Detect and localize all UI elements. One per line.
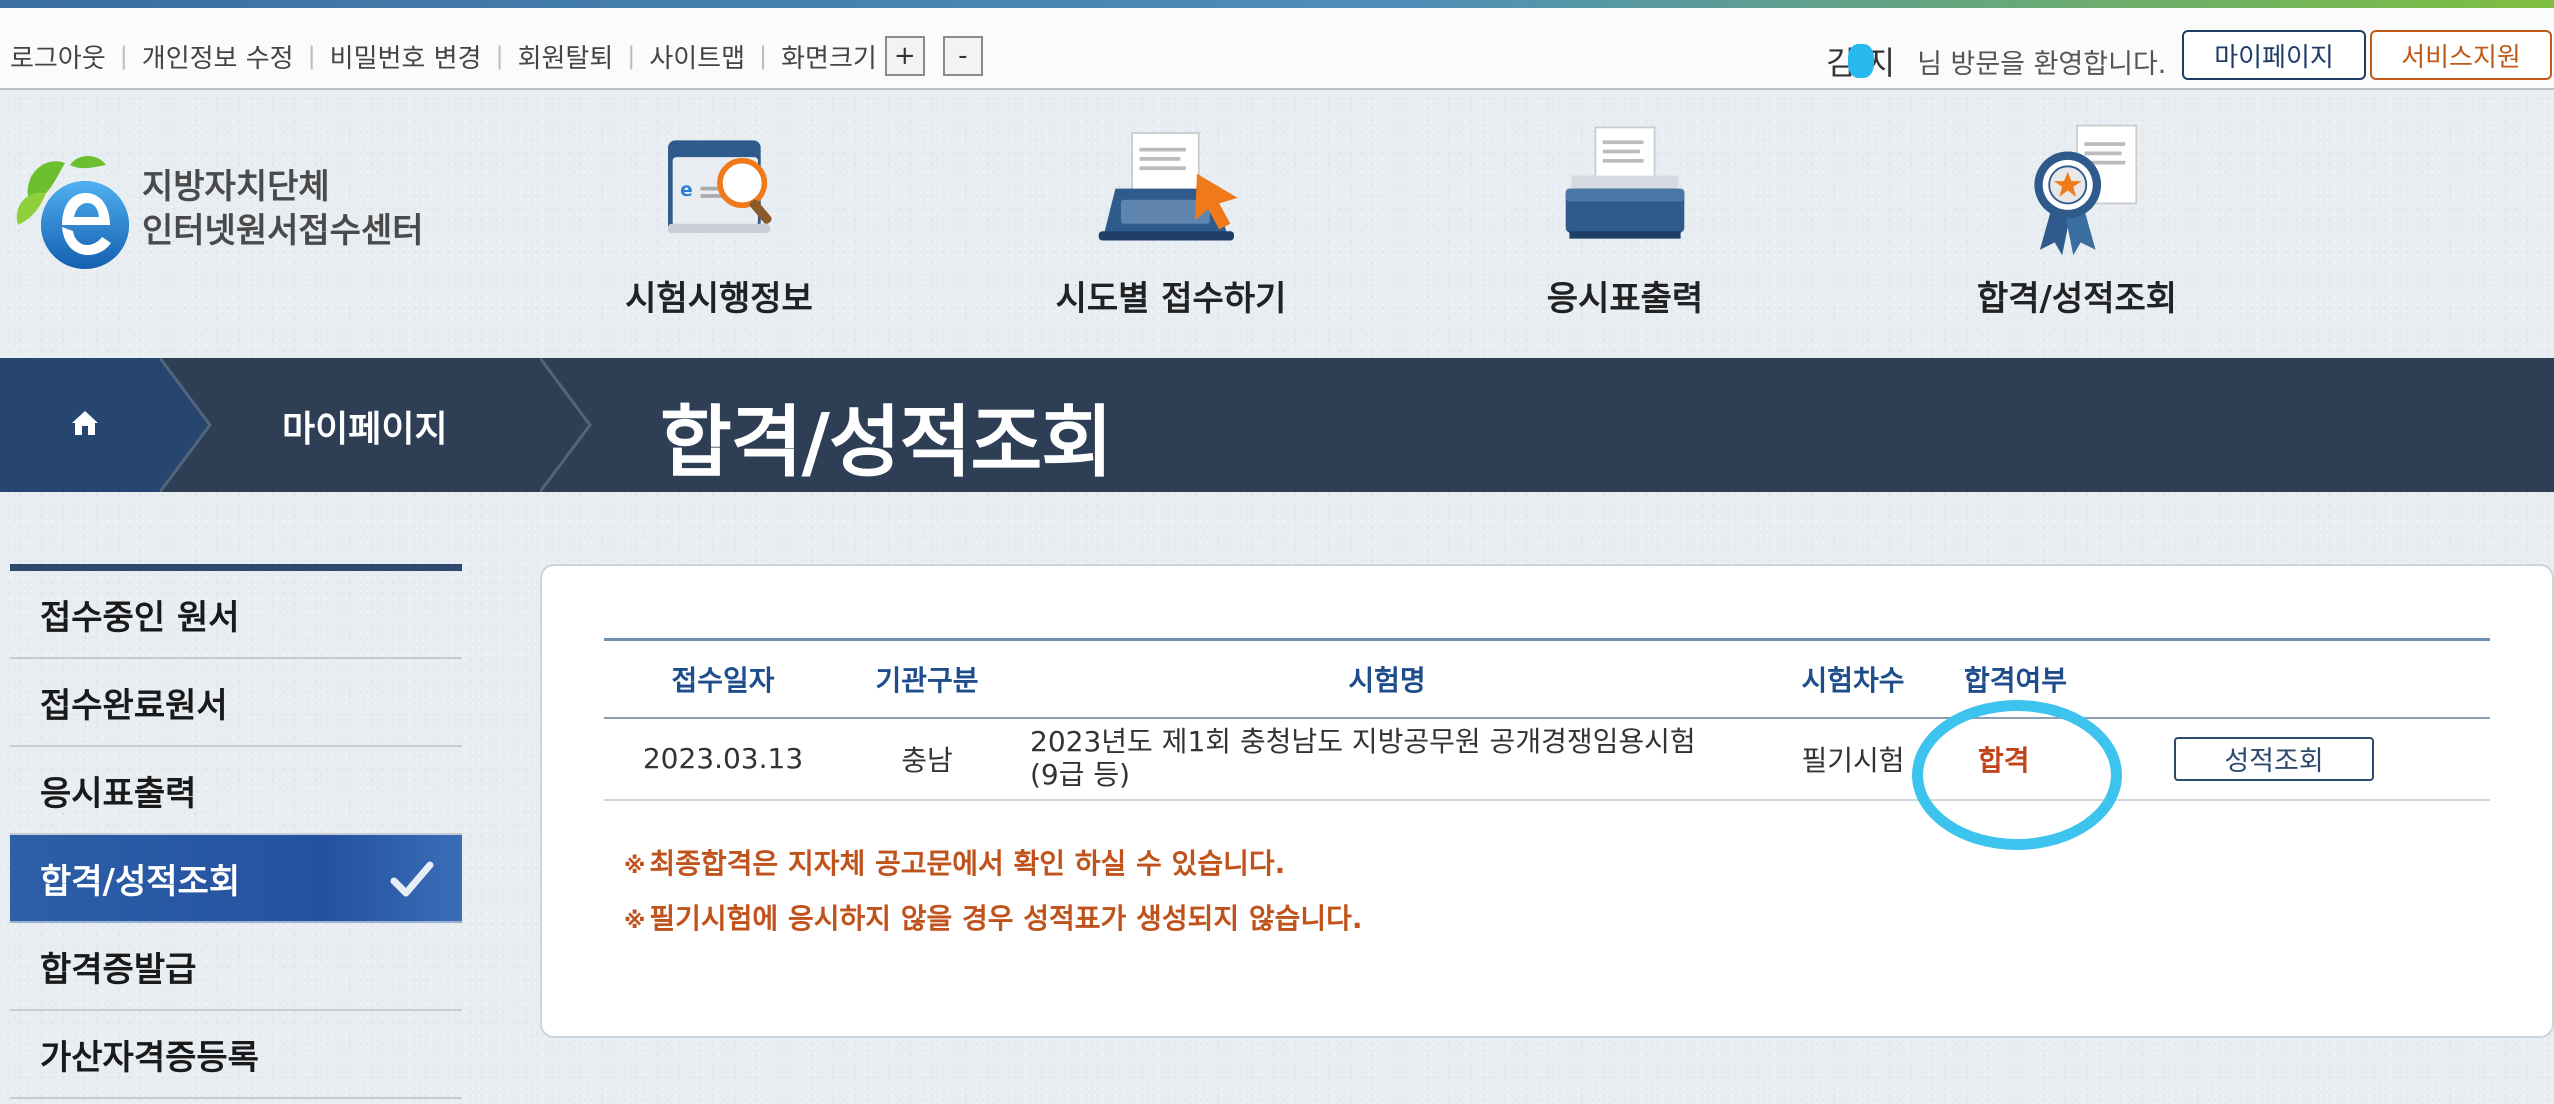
nav-print-admission-ticket[interactable]: 응시표출력 [1460, 120, 1790, 320]
sidebar-item-applications-in-progress[interactable]: 접수중인 원서 [10, 571, 462, 659]
results-table: 접수일자 기관구분 시험명 시험차수 합격여부 2023.03.13 충남 20… [604, 638, 2490, 801]
home-icon [72, 411, 98, 435]
nav-exam-info[interactable]: e 시험시행정보 [554, 120, 884, 320]
sidebar-item-label: 가산자격증등록 [40, 1037, 259, 1078]
change-password-link[interactable]: 비밀번호 변경 [330, 38, 482, 75]
nav-label: 응시표출력 [1546, 279, 1704, 319]
screen-size-label: 화면크기 [781, 43, 877, 74]
sidebar-item-print-ticket[interactable]: 응시표출력 [10, 747, 462, 835]
edit-profile-link[interactable]: 개인정보 수정 [142, 38, 294, 75]
score-lookup-button[interactable]: 성적조회 [2174, 736, 2374, 781]
header-organization: 기관구분 [875, 663, 979, 697]
welcome-text: 님 방문을 환영합니다. [1917, 48, 2167, 80]
cell-empty [2394, 718, 2490, 800]
nav-label: 합격/성적조회 [1976, 279, 2178, 319]
notice-mark: ※ [624, 854, 646, 879]
logo-line-2: 인터넷원서접수센터 [142, 211, 424, 251]
header-empty [2394, 640, 2490, 718]
logo-text: 지방자치단체 인터넷원서접수센터 [142, 166, 424, 253]
zoom-out-button[interactable]: - [942, 36, 983, 76]
notice-item: ※ 최종합격은 지자체 공고문에서 확인 하실 수 있습니다. [624, 847, 1286, 880]
zoom-in-button[interactable]: + [884, 36, 925, 76]
nav-results-lookup[interactable]: 합격/성적조회 [1912, 120, 2242, 320]
cell-exam-name: 2023년도 제1회 충청남도 지방공무원 공개경쟁임용시험 (9급 등) [1012, 718, 1762, 800]
logo-line-1: 지방자치단체 [142, 167, 330, 208]
page-title-band: 마이페이지 합격/성적조회 [0, 358, 2554, 492]
sidebar-item-completed-applications[interactable]: 접수완료원서 [10, 659, 462, 747]
results-panel: 접수일자 기관구분 시험명 시험차수 합격여부 2023.03.13 충남 20… [540, 564, 2554, 1038]
sitemap-link[interactable]: 사이트맵 [649, 38, 745, 75]
checkmark-icon [390, 861, 434, 897]
cell-pass-status: 합격 [1978, 743, 2030, 777]
utility-links: 로그아웃 | 개인정보 수정 | 비밀번호 변경 | 회원탈퇴 | 사이트맵 |… [10, 28, 983, 84]
sidebar-item-label: 응시표출력 [40, 773, 197, 814]
mypage-button[interactable]: 마이페이지 [2182, 30, 2366, 80]
folder-magnifier-icon: e [668, 140, 772, 234]
cell-organization: 충남 [901, 743, 953, 777]
header-exam-name: 시험명 [1348, 663, 1426, 697]
header-exam-round: 시험차수 [1801, 663, 1905, 697]
sidebar-item-label: 접수중인 원서 [40, 597, 240, 638]
withdraw-link[interactable]: 회원탈퇴 [518, 38, 614, 75]
logout-link[interactable]: 로그아웃 [10, 38, 106, 75]
breadcrumb-mypage[interactable]: 마이페이지 [282, 400, 448, 452]
table-header-row: 접수일자 기관구분 시험명 시험차수 합격여부 [604, 639, 2490, 718]
sidebar-item-label: 합격증발급 [40, 949, 197, 990]
exam-name-line-1: 2023년도 제1회 충청남도 지방공무원 공개경쟁임용시험 [1030, 725, 1696, 759]
e-leaf-logo-icon [16, 156, 129, 269]
sidebar-item-certificate-issue[interactable]: 합격증발급 [10, 923, 462, 1011]
table-row: 2023.03.13 충남 2023년도 제1회 충청남도 지방공무원 공개경쟁… [604, 718, 2490, 800]
breadcrumb-separator [160, 358, 212, 492]
separator: | [627, 42, 636, 70]
name-redaction-mark [1848, 44, 1874, 78]
cell-date: 2023.03.13 [642, 742, 804, 775]
svg-text:e: e [680, 180, 693, 201]
nav-label: 시험시행정보 [625, 279, 813, 319]
nav-apply-by-region[interactable]: 시도별 접수하기 [1006, 120, 1336, 320]
header-pass-status: 합격여부 [1964, 663, 2068, 697]
sidebar-menu: 접수중인 원서 접수완료원서 응시표출력 합격/성적조회 합격증발급 가산자격증… [10, 564, 462, 1099]
printer-icon [1565, 126, 1685, 239]
site-logo[interactable]: 지방자치단체 인터넷원서접수센터 [10, 145, 430, 275]
separator: | [119, 42, 128, 70]
header-application-date: 접수일자 [671, 663, 775, 697]
page-title: 합격/성적조회 [660, 398, 1113, 488]
separator: | [759, 42, 768, 70]
sidebar-item-bonus-certificate-registration[interactable]: 가산자격증등록 [10, 1011, 462, 1099]
welcome-message: 김 지 님 방문을 환영합니다. [1826, 38, 2166, 84]
sidebar-item-label: 합격/성적조회 [40, 861, 241, 902]
separator: | [495, 42, 504, 70]
notice-list: ※ 최종합격은 지자체 공고문에서 확인 하실 수 있습니다. ※ 필기시험에 응시… [624, 838, 1363, 948]
notice-item: ※ 필기시험에 응시하지 않을 경우 성적표가 생성되지 않습니다. [624, 902, 1363, 935]
header-empty [2174, 640, 2394, 718]
sidebar-item-label: 접수완료원서 [40, 685, 228, 726]
service-support-button[interactable]: 서비스지원 [2370, 30, 2552, 80]
exam-name-line-2: (9급 등) [1030, 757, 1131, 791]
cell-exam-round: 필기시험 [1801, 743, 1905, 777]
award-ribbon-icon [2034, 124, 2138, 256]
utility-bar: 로그아웃 | 개인정보 수정 | 비밀번호 변경 | 회원탈퇴 | 사이트맵 |… [0, 8, 2554, 90]
user-name: 김 지 [1826, 44, 1896, 82]
separator: | [307, 42, 316, 70]
laptop-cursor-icon [1098, 132, 1238, 241]
sidebar-item-results-lookup[interactable]: 합격/성적조회 [10, 835, 462, 923]
top-accent-strip [0, 0, 2554, 8]
nav-label: 시도별 접수하기 [1055, 279, 1287, 319]
breadcrumb-separator [540, 358, 592, 492]
notice-mark: ※ [624, 909, 646, 934]
cell-action: 성적조회 [2174, 718, 2394, 800]
